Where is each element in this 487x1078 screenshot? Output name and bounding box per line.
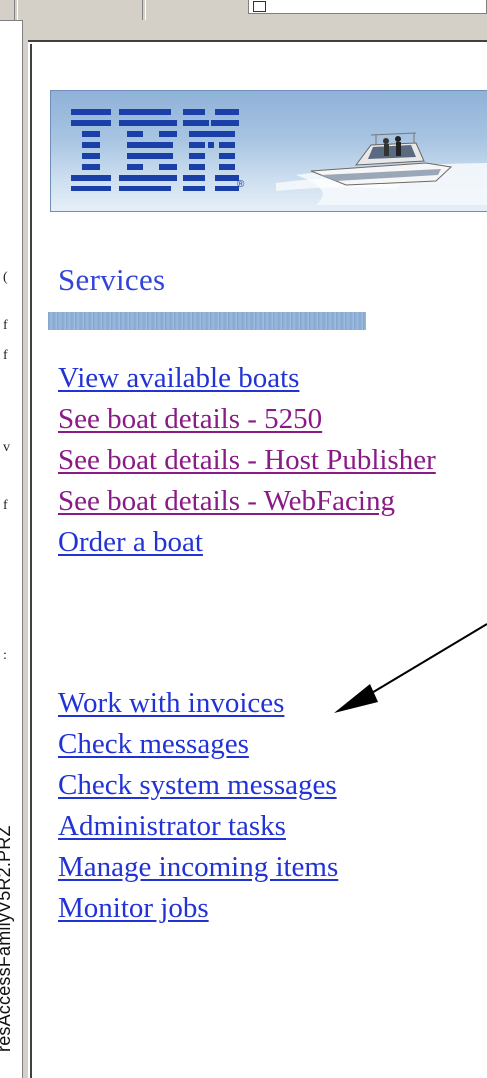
- ibm-logo: [71, 109, 239, 191]
- toolbar-separator: [14, 0, 18, 20]
- page-icon: [253, 1, 266, 12]
- link-check-system-messages[interactable]: Check system messages: [58, 765, 338, 806]
- link-monitor-jobs[interactable]: Monitor jobs: [58, 888, 338, 929]
- link-manage-incoming-items[interactable]: Manage incoming items: [58, 847, 338, 888]
- arrow-pointer-icon: [334, 623, 487, 713]
- link-boat-details-host-publisher[interactable]: See boat details - Host Publisher: [58, 440, 436, 481]
- link-boat-details-5250[interactable]: See boat details - 5250: [58, 399, 436, 440]
- services-links-group-2: Work with invoices Check messages Check …: [58, 683, 338, 929]
- boat-image: [276, 132, 487, 205]
- link-check-messages[interactable]: Check messages: [58, 724, 338, 765]
- link-boat-details-webfacing[interactable]: See boat details - WebFacing: [58, 481, 436, 522]
- browser-toolbar: [0, 0, 487, 21]
- document-side-caption: resAccessFamilyV5R2.PRZ: [0, 825, 14, 1052]
- toolbar-separator: [142, 0, 146, 20]
- ibm-banner: ®: [50, 90, 487, 212]
- browser-frame-left: [22, 20, 28, 1078]
- link-work-with-invoices[interactable]: Work with invoices: [58, 683, 338, 724]
- registered-mark: ®: [237, 179, 245, 190]
- browser-frame-top: [22, 20, 487, 42]
- services-links-group-1: View available boats See boat details - …: [58, 358, 436, 563]
- link-administrator-tasks[interactable]: Administrator tasks: [58, 806, 338, 847]
- services-divider: [48, 312, 366, 330]
- link-view-available-boats[interactable]: View available boats: [58, 358, 436, 399]
- link-order-a-boat[interactable]: Order a boat: [58, 522, 436, 563]
- address-bar[interactable]: [248, 0, 487, 14]
- services-heading: Services: [58, 262, 166, 297]
